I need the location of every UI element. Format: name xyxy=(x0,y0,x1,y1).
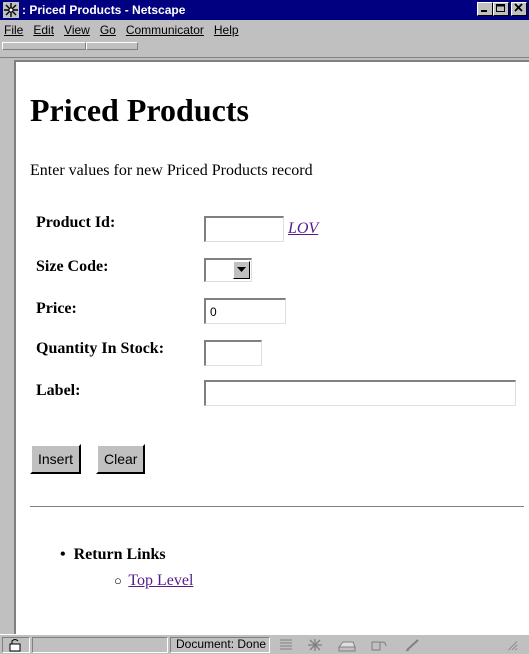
product-id-input[interactable] xyxy=(204,216,284,242)
edit-icon[interactable] xyxy=(404,638,422,652)
quantity-label: Quantity In Stock: xyxy=(36,340,165,357)
minimize-icon xyxy=(481,10,487,12)
status-text: Document: Done xyxy=(176,637,267,651)
label-input[interactable] xyxy=(204,380,516,406)
window-title: : Priced Products - Netscape xyxy=(22,3,186,17)
quantity-input[interactable] xyxy=(204,340,262,366)
label-field-label: Label: xyxy=(36,382,81,399)
size-code-label: Size Code: xyxy=(36,258,109,275)
divider xyxy=(30,506,524,508)
menu-view[interactable]: View xyxy=(64,23,90,37)
price-input[interactable] xyxy=(204,298,286,324)
bullet-icon: • xyxy=(60,546,74,563)
price-label: Price: xyxy=(36,300,77,317)
menu-go[interactable]: Go xyxy=(100,23,116,37)
netscape-logo-icon xyxy=(3,2,19,18)
size-code-select[interactable] xyxy=(204,258,252,282)
top-level-link[interactable]: Top Level xyxy=(128,572,193,589)
minimize-button[interactable] xyxy=(477,2,493,16)
navigation-toolbar-tab[interactable] xyxy=(2,42,86,50)
security-panel[interactable] xyxy=(2,637,30,653)
return-links-heading: Return Links xyxy=(73,546,166,563)
insert-button[interactable]: Insert xyxy=(30,444,82,474)
security-lock-icon xyxy=(9,639,21,652)
component-bar-icon[interactable] xyxy=(278,638,296,652)
menu-file[interactable]: File xyxy=(4,23,23,37)
circle-bullet-icon: ○ xyxy=(114,573,129,588)
clear-button[interactable]: Clear xyxy=(96,444,146,474)
browser-window: : Priced Products - Netscape File Edit V… xyxy=(0,0,529,654)
progress-panel xyxy=(32,637,168,653)
page-content: Priced Products Enter values for new Pri… xyxy=(14,60,529,634)
dropdown-arrow-icon[interactable] xyxy=(233,261,250,279)
lov-link[interactable]: LOV xyxy=(288,220,318,238)
return-links-item: • Return Links xyxy=(60,546,166,564)
title-bar[interactable]: : Priced Products - Netscape xyxy=(0,0,529,20)
intro-text: Enter values for new Priced Products rec… xyxy=(30,162,313,179)
close-button[interactable] xyxy=(511,2,527,16)
maximize-button[interactable] xyxy=(493,2,509,16)
resize-grip-icon[interactable] xyxy=(502,637,520,651)
network-icon[interactable] xyxy=(306,638,324,652)
composer-icon[interactable] xyxy=(370,638,388,652)
status-bar: Document: Done xyxy=(0,634,529,654)
menu-bar: File Edit View Go Communicator Help xyxy=(0,20,529,40)
menu-help[interactable]: Help xyxy=(214,23,239,37)
mail-icon[interactable] xyxy=(338,638,356,652)
menu-edit[interactable]: Edit xyxy=(33,23,54,37)
toolbar-tabs xyxy=(0,40,529,58)
location-toolbar-tab[interactable] xyxy=(86,42,138,50)
product-id-label: Product Id: xyxy=(36,214,116,231)
menu-communicator[interactable]: Communicator xyxy=(126,23,204,37)
return-link-row: ○ Top Level xyxy=(114,572,193,590)
page-title: Priced Products xyxy=(30,92,249,128)
maximize-icon xyxy=(496,4,505,12)
close-icon xyxy=(514,3,523,12)
